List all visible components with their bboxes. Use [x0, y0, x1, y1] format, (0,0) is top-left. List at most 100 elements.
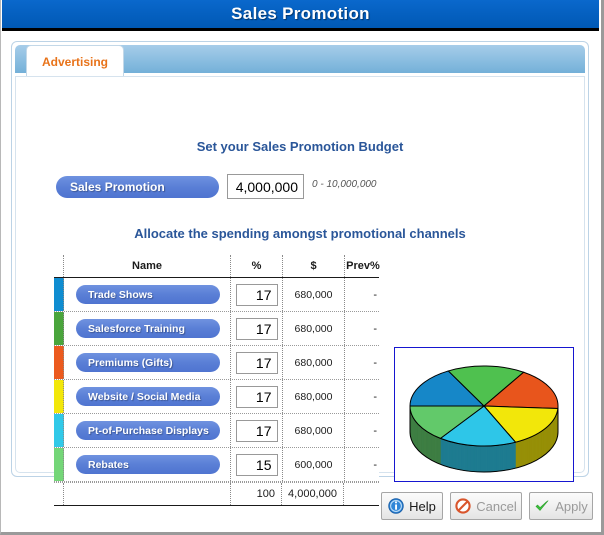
pie-slice-side — [457, 443, 462, 471]
pie-slice-side — [493, 445, 497, 472]
channel-pill-label: Pt-of-Purchase Displays — [88, 424, 209, 437]
column-header-pct: % — [231, 255, 283, 277]
sales-promotion-window: Sales Promotion Advertising Set your Sal… — [0, 0, 604, 535]
column-header-name: Name — [64, 255, 231, 277]
channel-pill-label: Rebates — [88, 458, 129, 471]
dollar-cell: 680,000 — [283, 278, 345, 311]
allocation-heading: Allocate the spending amongst promotiona… — [134, 226, 466, 241]
percent-cell: 17 — [231, 312, 283, 345]
pie-slice-side — [470, 445, 475, 472]
pie-slice-side — [483, 445, 488, 473]
pie-slice-side — [534, 433, 538, 462]
pie-slice-side — [431, 433, 435, 462]
pie-slice-side — [486, 445, 491, 473]
dollar-cell: 680,000 — [283, 380, 345, 413]
allocation-table: Name % $ Prev% Trade Shows 17 680,000- Sale… — [54, 255, 380, 506]
dollar-cell: 680,000 — [283, 312, 345, 345]
pie-slice-side — [463, 444, 468, 472]
pie-slice-side — [460, 443, 465, 471]
budget-amount-input[interactable]: 4,000,000 — [227, 174, 304, 199]
allocation-pie-chart — [394, 347, 574, 482]
prev-percent-cell: - — [373, 356, 377, 369]
pie-slice-side — [480, 445, 484, 473]
channel-name-cell: Website / Social Media — [64, 380, 231, 413]
channel-name-cell: Rebates — [64, 448, 231, 481]
prev-percent-cell: - — [373, 458, 377, 471]
channel-pill-label: Salesforce Training — [88, 322, 185, 335]
percent-cell: 17 — [231, 414, 283, 447]
dialog-footer: Help Cancel Apply — [1, 487, 602, 532]
row-color-swatch — [54, 278, 64, 311]
percent-cell: 17 — [231, 380, 283, 413]
pie-slice-side — [427, 431, 430, 460]
pie-slice-side — [429, 432, 432, 461]
pie-slice-side — [435, 436, 439, 464]
percent-cell: 17 — [231, 346, 283, 379]
pie-slice-side — [467, 444, 471, 472]
cancel-button-label: Cancel — [476, 498, 517, 514]
channel-name-cell: Pt-of-Purchase Displays — [64, 414, 231, 447]
cancel-button[interactable]: Cancel — [450, 492, 522, 520]
window-title: Sales Promotion — [231, 4, 370, 23]
percent-input[interactable]: 17 — [235, 351, 278, 374]
pie-chart-svg — [409, 365, 559, 473]
channel-pill[interactable]: Premiums (Gifts) — [76, 353, 220, 372]
percent-input[interactable]: 15 — [235, 453, 278, 476]
channel-pill-label: Premiums (Gifts) — [88, 356, 173, 369]
table-row: Pt-of-Purchase Displays 17 680,000 - — [54, 414, 379, 448]
info-icon — [388, 498, 404, 514]
pie-slice-side — [543, 427, 546, 457]
percent-input[interactable]: 17 — [235, 419, 278, 442]
pie-slice-side — [425, 430, 428, 459]
row-color-swatch — [54, 414, 64, 447]
table-row: Salesforce Training 17 680,000 - — [54, 312, 379, 346]
pie-slice-side — [531, 434, 535, 463]
pie-slice-side — [526, 437, 530, 465]
pie-slice-side — [489, 445, 494, 473]
prev-percent-cell: - — [373, 288, 377, 301]
table-row: Rebates 15 600,000 - — [54, 448, 379, 482]
percent-cell: 15 — [231, 448, 283, 481]
percent-input[interactable]: 17 — [235, 385, 278, 408]
channel-pill[interactable]: Rebates — [76, 455, 220, 474]
check-icon — [535, 500, 549, 511]
budget-pill-label: Sales Promotion — [70, 180, 165, 194]
pie-slice-side — [512, 441, 516, 470]
percent-cell: 17 — [231, 278, 283, 311]
pie-slice-side — [445, 439, 450, 468]
apply-button[interactable]: Apply — [529, 492, 593, 520]
tab-advertising-label: Advertising — [41, 54, 108, 69]
channel-pill[interactable]: Trade Shows — [76, 285, 220, 304]
pie-slice-side — [502, 443, 507, 471]
prev-percent-cell: - — [373, 424, 377, 437]
budget-pill-sales-promotion[interactable]: Sales Promotion — [56, 176, 219, 198]
channel-pill[interactable]: Salesforce Training — [76, 319, 220, 338]
pie-slice-side — [499, 444, 504, 472]
column-header-dollar: $ — [283, 255, 345, 277]
table-row: Website / Social Media 17 680,000 - — [54, 380, 379, 414]
percent-input[interactable]: 17 — [235, 317, 278, 340]
tab-advertising[interactable]: Advertising — [26, 45, 124, 77]
pie-slice-side — [451, 441, 456, 470]
row-color-swatch — [54, 380, 64, 413]
budget-range-hint: 0 - 10,000,000 — [312, 179, 377, 190]
channel-pill[interactable]: Website / Social Media — [76, 387, 220, 406]
row-color-swatch — [54, 346, 64, 379]
percent-input[interactable]: 17 — [235, 283, 278, 306]
help-button[interactable]: Help — [381, 492, 443, 520]
prev-percent-cell: - — [373, 390, 377, 403]
budget-heading: Set your Sales Promotion Budget — [196, 139, 404, 154]
pie-slice-side — [509, 442, 513, 470]
channel-name-cell: Trade Shows — [64, 278, 231, 311]
row-color-swatch — [54, 312, 64, 345]
help-button-label: Help — [409, 498, 436, 514]
pie-slice-side — [521, 439, 525, 467]
pie-slice-side — [536, 432, 540, 461]
pie-slice-side — [473, 445, 478, 473]
apply-button-label: Apply — [555, 498, 588, 514]
channel-pill[interactable]: Pt-of-Purchase Displays — [76, 421, 220, 440]
row-color-swatch — [54, 448, 64, 481]
pie-slice-side — [515, 441, 519, 469]
pie-slice-side — [538, 430, 542, 460]
pie-slice-side — [437, 437, 441, 465]
